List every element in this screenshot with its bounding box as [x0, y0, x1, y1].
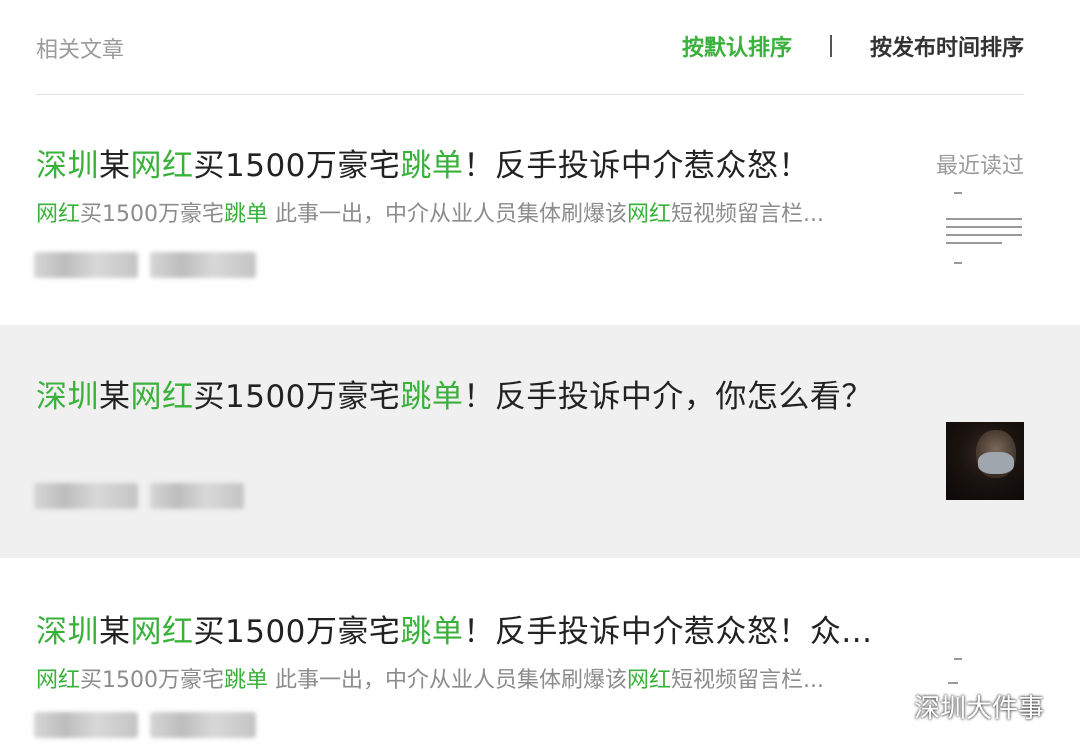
- snippet-text: 短视频留言栏...: [671, 202, 825, 227]
- title-text: ！反手投诉中介，你怎么看？: [463, 379, 873, 415]
- title-keyword: 深圳: [36, 614, 99, 650]
- snippet-keyword: 跳单: [224, 668, 269, 693]
- snippet-keyword: 网红: [36, 668, 81, 693]
- snippet-keyword: 网红: [36, 202, 81, 227]
- article-snippet: 网红买1500万豪宅跳单 此事一出，中介从业人员集体刷爆该网红短视频留言栏...: [36, 196, 824, 228]
- blurred-source: [34, 712, 138, 738]
- title-keyword: 深圳: [36, 379, 99, 415]
- snippet-text: 买1500万豪宅: [80, 202, 225, 227]
- title-keyword: 跳单: [400, 148, 464, 184]
- title-text: 买1500万豪宅: [193, 148, 401, 184]
- title-keyword: 深圳: [36, 148, 99, 184]
- snippet-keyword: 跳单: [224, 202, 269, 227]
- blurred-source: [34, 252, 138, 278]
- mask-shape: [978, 452, 1014, 474]
- masked-person-photo[interactable]: [946, 422, 1024, 500]
- article-title[interactable]: 深圳某网红买1500万豪宅跳单！反手投诉中介惹众怒！: [36, 140, 810, 185]
- title-text: ！反手投诉中介惹众怒！众...: [463, 614, 873, 650]
- title-text: 买1500万豪宅: [193, 379, 401, 415]
- title-text: 某: [99, 379, 131, 415]
- wechat-watermark: 深圳大件事: [864, 688, 1044, 725]
- wechat-icon: [865, 693, 906, 720]
- section-title: 相关文章: [36, 38, 125, 63]
- title-keyword: 网红: [130, 148, 194, 184]
- blurred-date: [150, 712, 256, 738]
- snippet-text: 买1500万豪宅: [80, 668, 225, 693]
- article-title[interactable]: 深圳某网红买1500万豪宅跳单！反手投诉中介，你怎么看？: [36, 371, 873, 416]
- article-title[interactable]: 深圳某网红买1500万豪宅跳单！反手投诉中介惹众怒！众...: [36, 606, 872, 651]
- watermark-text: 深圳大件事: [913, 694, 1044, 724]
- article-snippet: 网红买1500万豪宅跳单 此事一出，中介从业人员集体刷爆该网红短视频留言栏...: [36, 662, 824, 694]
- sort-default-button[interactable]: 按默认排序: [682, 30, 792, 62]
- blurred-date: [150, 252, 256, 278]
- snippet-text: 此事一出，中介从业人员集体刷爆该: [268, 202, 628, 227]
- sort-options: 按默认排序 按发布时间排序: [682, 30, 1024, 62]
- snippet-keyword: 网红: [627, 668, 672, 693]
- recently-read-label: 最近读过: [935, 154, 1024, 179]
- title-text: 买1500万豪宅: [193, 614, 401, 650]
- snippet-keyword: 网红: [627, 202, 672, 227]
- snippet-text: 短视频留言栏...: [671, 668, 825, 693]
- article-item[interactable]: 深圳某网红买1500万豪宅跳单！反手投诉中介惹众怒！ 最近读过 网红买1500万…: [0, 110, 1080, 324]
- sort-by-time-button[interactable]: 按发布时间排序: [870, 30, 1024, 62]
- title-text: 某: [99, 614, 131, 650]
- header-divider: [36, 94, 1024, 95]
- title-text: 某: [99, 148, 131, 184]
- title-keyword: 跳单: [400, 614, 464, 650]
- sort-separator: [829, 35, 832, 57]
- blurred-date: [150, 483, 244, 509]
- title-keyword: 网红: [130, 379, 194, 415]
- title-text: ！反手投诉中介惹众怒！: [463, 148, 810, 184]
- blurred-source: [34, 483, 138, 509]
- title-keyword: 网红: [130, 614, 194, 650]
- title-keyword: 跳单: [400, 379, 464, 415]
- document-thumbnail[interactable]: [944, 188, 1024, 272]
- snippet-text: 此事一出，中介从业人员集体刷爆该: [268, 668, 628, 693]
- article-item[interactable]: 深圳某网红买1500万豪宅跳单！反手投诉中介，你怎么看？: [0, 325, 1080, 558]
- related-articles-header: 相关文章 按默认排序 按发布时间排序: [36, 28, 1024, 68]
